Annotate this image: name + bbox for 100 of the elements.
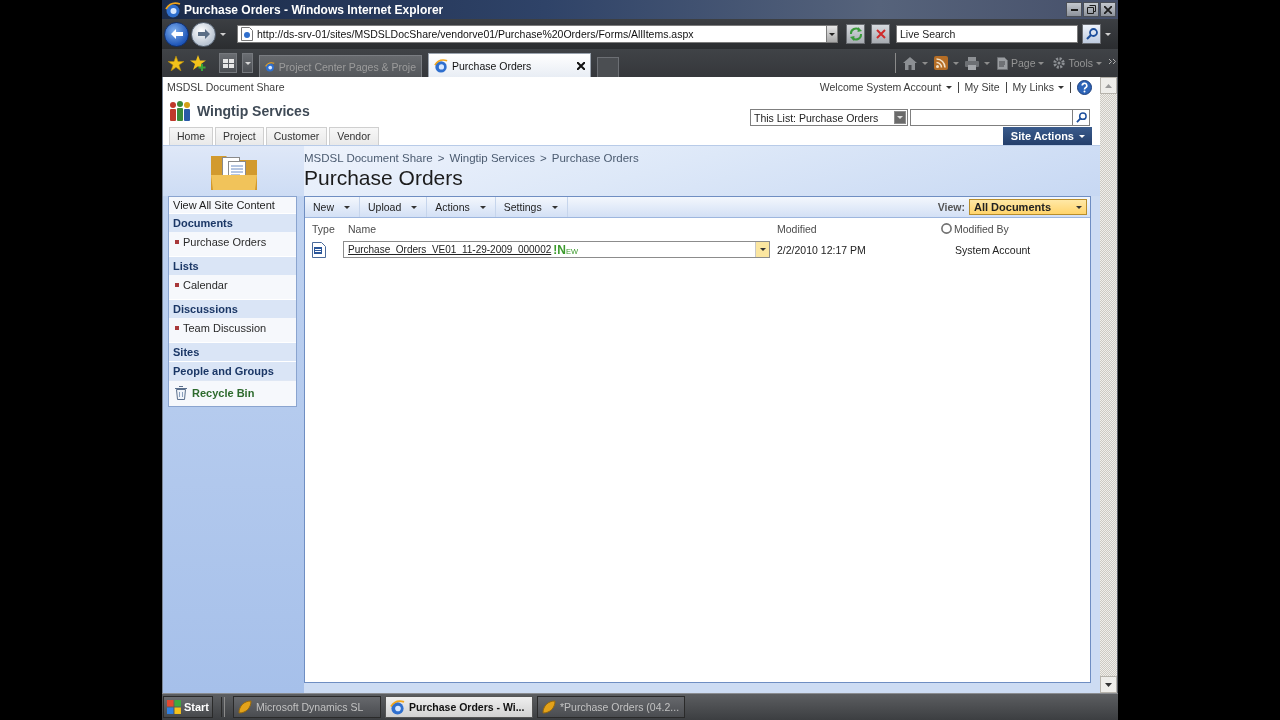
- feed-icon: [933, 56, 948, 70]
- site-collection-link[interactable]: MSDSL Document Share: [167, 81, 285, 93]
- view-dropdown[interactable]: All Documents: [969, 199, 1087, 215]
- site-actions-button[interactable]: Site Actions: [1003, 127, 1092, 145]
- breadcrumb-link[interactable]: MSDSL Document Share: [304, 151, 433, 165]
- feeds-button[interactable]: [933, 56, 948, 70]
- toolbar-menu[interactable]: New: [305, 197, 360, 217]
- recycle-bin-icon: [175, 386, 187, 400]
- favorites-button[interactable]: [168, 55, 184, 71]
- quick-launch-heading[interactable]: People and Groups: [169, 361, 296, 380]
- caret-icon: [551, 205, 558, 209]
- bullet-icon: [175, 283, 179, 287]
- scroll-down-button[interactable]: [1100, 676, 1117, 693]
- ring-icon: [941, 223, 952, 234]
- quick-launch-link[interactable]: Team Discussion: [183, 321, 267, 335]
- page-title: Purchase Orders: [304, 165, 464, 190]
- quick-launch-link[interactable]: Calendar: [183, 278, 228, 292]
- caret-icon: [479, 205, 486, 209]
- column-header[interactable]: Modified By: [954, 222, 1009, 235]
- search-icon: [1085, 28, 1098, 40]
- recycle-bin-link[interactable]: Recycle Bin: [192, 386, 255, 400]
- close-button[interactable]: [1100, 2, 1116, 17]
- tab-list-button[interactable]: [242, 53, 253, 73]
- caret-icon: [894, 111, 906, 124]
- breadcrumb-link[interactable]: Wingtip Services: [449, 151, 536, 165]
- people-icon: [169, 100, 191, 121]
- nav-tab[interactable]: Project: [215, 127, 264, 145]
- taskbar-button[interactable]: Microsoft Dynamics SL: [233, 696, 381, 718]
- quick-launch-heading[interactable]: Documents: [169, 213, 296, 232]
- forward-button[interactable]: [191, 21, 216, 47]
- add-favorite-button[interactable]: [190, 55, 206, 71]
- star-plus-icon: [190, 55, 206, 71]
- caret-icon: [344, 205, 350, 209]
- nav-tab[interactable]: Home: [169, 127, 213, 145]
- user-menu-link[interactable]: Welcome System Account: [813, 81, 958, 93]
- nav-tab[interactable]: Customer: [265, 127, 328, 145]
- caret-icon: [1058, 85, 1064, 89]
- command-menu[interactable]: Tools: [1053, 57, 1102, 69]
- column-header[interactable]: Name: [348, 222, 376, 235]
- search-field[interactable]: Live Search: [896, 25, 1078, 43]
- quick-tabs-button[interactable]: [219, 53, 237, 73]
- site-title: Wingtip Services: [197, 102, 310, 119]
- refresh-button[interactable]: [846, 24, 865, 44]
- caret-icon: [1096, 61, 1102, 65]
- star-icon: [168, 55, 184, 71]
- minimize-icon: [1070, 8, 1078, 11]
- search-icon: [1075, 112, 1087, 123]
- restore-button[interactable]: [1083, 2, 1099, 17]
- home-button[interactable]: [902, 56, 917, 70]
- toolbar-menu[interactable]: Settings: [495, 197, 568, 217]
- search-button[interactable]: [1082, 24, 1101, 44]
- caret-icon: [1076, 205, 1082, 209]
- browser-tab[interactable]: Purchase Orders: [428, 53, 591, 77]
- modified-date: 2/2/2010 12:17 PM: [777, 243, 867, 256]
- new-label: !NEW: [553, 242, 579, 257]
- globe-icon: [434, 58, 448, 73]
- quick-launch-heading[interactable]: Lists: [169, 256, 296, 275]
- document-link[interactable]: Purchase_Orders_VE01_11-29-2009_000002: [348, 244, 552, 255]
- quick-launch-heading[interactable]: Sites: [169, 342, 296, 361]
- search-scope-dropdown[interactable]: This List: Purchase Orders: [750, 109, 908, 126]
- caret-icon: [984, 61, 991, 65]
- toolbar-menu[interactable]: Actions: [427, 197, 496, 217]
- breadcrumb-link[interactable]: Purchase Orders: [551, 151, 639, 165]
- caret-icon: [829, 32, 835, 36]
- breadcrumb-separator: >: [540, 151, 547, 165]
- quick-launch-heading[interactable]: Discussions: [169, 299, 296, 318]
- close-tab-button[interactable]: [577, 61, 585, 70]
- nav-tab[interactable]: Vendor: [329, 127, 379, 145]
- home-icon: [902, 56, 917, 70]
- stop-button[interactable]: [871, 24, 890, 44]
- chevron-icon: [1109, 59, 1116, 64]
- caret-icon: [953, 61, 960, 65]
- search-button[interactable]: [1072, 109, 1090, 126]
- windows-logo-icon: [167, 700, 181, 714]
- back-button[interactable]: [164, 21, 189, 47]
- bullet-icon: [175, 240, 179, 244]
- item-menu-button[interactable]: [755, 242, 769, 257]
- taskbar-button[interactable]: *Purchase Orders (04.2...: [537, 696, 685, 718]
- help-icon[interactable]: [1077, 79, 1092, 95]
- print-button[interactable]: [964, 56, 979, 70]
- site-search-field[interactable]: [910, 109, 1072, 126]
- minimize-button[interactable]: [1066, 2, 1082, 17]
- gear-icon: [1053, 57, 1066, 69]
- taskbar-button[interactable]: Purchase Orders - Wi...: [385, 696, 533, 718]
- start-button[interactable]: Start: [163, 696, 213, 718]
- caret-icon: [244, 61, 251, 65]
- caret-icon: [1079, 134, 1085, 138]
- address-field[interactable]: http://ds-srv-01/sites/MSDSLDocShare/vendorve01/Purchase%20Orders/Forms/AllItems.aspx: [237, 25, 826, 43]
- column-header[interactable]: Modified: [777, 222, 817, 235]
- address-dropdown-button[interactable]: [826, 25, 838, 43]
- caret-icon: [411, 205, 418, 209]
- user-menu-link[interactable]: My Site: [957, 81, 1006, 93]
- forward-arrow-icon: [197, 29, 210, 39]
- toolbar-menu[interactable]: Upload: [360, 197, 428, 217]
- command-menu[interactable]: Page: [996, 56, 1045, 70]
- quick-launch-link[interactable]: Purchase Orders: [183, 235, 267, 249]
- quick-launch-link[interactable]: View All Site Content: [169, 197, 296, 213]
- x-icon: [875, 29, 886, 39]
- column-header[interactable]: Type: [312, 222, 335, 235]
- more-button[interactable]: [1109, 59, 1116, 64]
